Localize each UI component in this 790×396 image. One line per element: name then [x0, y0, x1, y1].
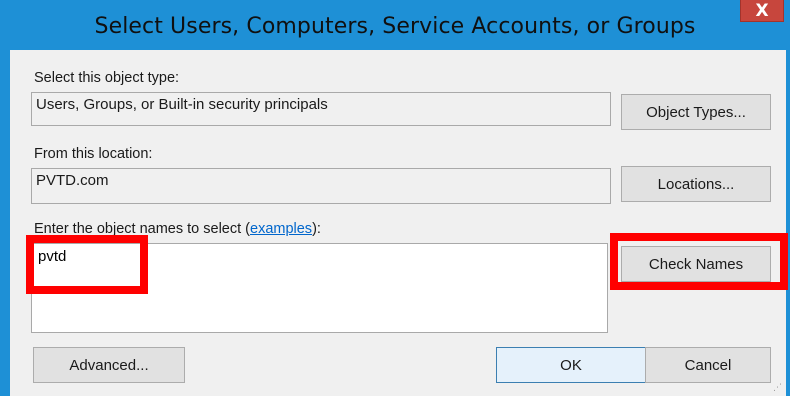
- advanced-button[interactable]: Advanced...: [33, 347, 185, 383]
- check-names-button[interactable]: Check Names: [621, 246, 771, 282]
- ok-button[interactable]: OK: [496, 347, 646, 383]
- object-names-label: Enter the object names to select (exampl…: [34, 221, 321, 237]
- select-users-dialog: Select Users, Computers, Service Account…: [0, 0, 790, 396]
- object-type-field: Users, Groups, or Built-in security prin…: [31, 92, 611, 126]
- title-bar: Select Users, Computers, Service Account…: [0, 0, 790, 50]
- location-label: From this location:: [34, 146, 153, 162]
- dialog-title: Select Users, Computers, Service Account…: [94, 14, 696, 39]
- object-type-label: Select this object type:: [34, 70, 180, 86]
- cancel-button[interactable]: Cancel: [645, 347, 771, 383]
- close-button[interactable]: X: [740, 0, 784, 22]
- object-names-value: pvtd: [38, 248, 67, 265]
- resize-grip-icon[interactable]: ⋰: [768, 383, 782, 396]
- object-types-button[interactable]: Object Types...: [621, 94, 771, 130]
- dialog-body: Select this object type: Users, Groups, …: [10, 50, 786, 396]
- locations-button[interactable]: Locations...: [621, 166, 771, 202]
- object-names-label-suffix: ):: [312, 221, 321, 237]
- examples-link[interactable]: examples: [250, 221, 312, 237]
- object-names-label-prefix: Enter the object names to select (: [34, 221, 250, 237]
- location-field: PVTD.com: [31, 168, 611, 204]
- object-names-input[interactable]: pvtd: [31, 243, 608, 333]
